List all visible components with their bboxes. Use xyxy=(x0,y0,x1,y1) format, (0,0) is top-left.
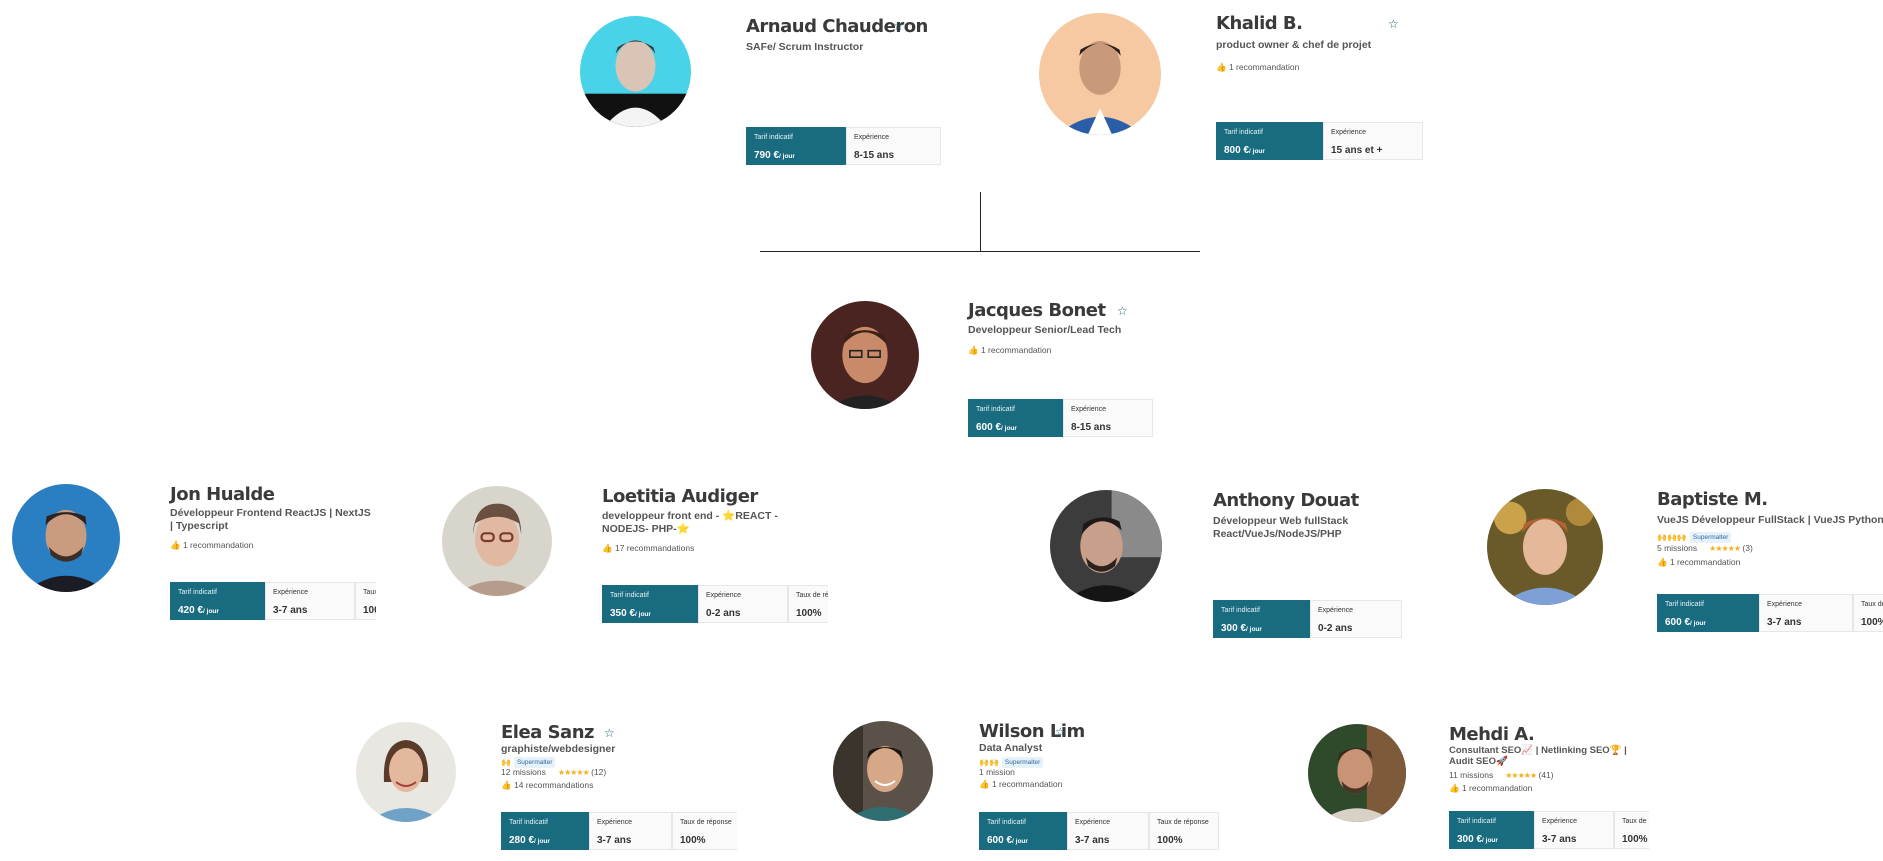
connector-vertical-line xyxy=(980,192,981,252)
thumbs-up-icon: 👍 xyxy=(501,780,512,790)
experience-box: Expérience 8-15 ans xyxy=(1063,399,1153,437)
freelancer-name[interactable]: Baptiste M. xyxy=(1657,489,1768,510)
experience-box: Expérience 0-2 ans xyxy=(698,585,788,623)
info-boxes-clip: Tarif indicatif 420 €/ jour Expérience 3… xyxy=(170,582,376,622)
info-boxes-clip: Tarif indicatif 600 €/ jour Expérience 3… xyxy=(979,812,1219,852)
daily-rate: Tarif indicatif 420 €/ jour xyxy=(170,582,265,620)
recommendation-count: 👍 1 recommandation xyxy=(1449,783,1533,793)
avatar xyxy=(442,486,552,596)
freelancer-title: graphiste/webdesigner xyxy=(501,743,616,755)
response-rate-box: Taux de réponse 100% xyxy=(1853,594,1883,632)
connector-horizontal-line xyxy=(760,251,1200,252)
daily-rate: Tarif indicatif 800 €/ jour xyxy=(1216,122,1323,160)
freelancer-name[interactable]: Jacques Bonet xyxy=(968,300,1106,321)
supermalter-badge: 🙌🙌🙌 Supermalter xyxy=(1657,532,1732,544)
mission-count: 11 missions ★★★★★ (41) xyxy=(1449,770,1554,780)
avatar xyxy=(1039,13,1161,135)
daily-rate: Tarif indicatif 300 €/ jour xyxy=(1213,600,1310,638)
info-boxes-clip: Tarif indicatif 300 €/ jour Expérience 3… xyxy=(1449,811,1649,851)
experience-box: Expérience 3-7 ans xyxy=(1759,594,1853,632)
star-outline-icon[interactable]: ☆ xyxy=(1055,725,1066,739)
freelancer-name[interactable]: Wilson Lim xyxy=(979,721,1085,742)
rating-stars-icon: ★★★★★ xyxy=(557,768,590,777)
experience-box: Expérience 3-7 ans xyxy=(589,812,672,850)
star-outline-icon[interactable]: ☆ xyxy=(1117,304,1128,318)
freelancer-name[interactable]: Jon Hualde xyxy=(170,484,275,505)
thumbs-up-icon: 👍 xyxy=(1449,783,1460,793)
star-outline-icon[interactable]: ☆ xyxy=(893,19,904,33)
recommendation-count: 👍 1 recommandation xyxy=(968,345,1052,355)
info-boxes-clip: Tarif indicatif 600 €/ jour Expérience 3… xyxy=(1657,594,1883,634)
avatar xyxy=(811,301,919,409)
star-outline-icon[interactable]: ☆ xyxy=(1388,17,1399,31)
avatar xyxy=(12,484,120,592)
freelancer-name[interactable]: Mehdi A. xyxy=(1449,724,1535,745)
recommendation-count: 👍 17 recommandations xyxy=(602,543,695,553)
avatar xyxy=(356,722,456,822)
info-boxes-clip: Tarif indicatif 350 €/ jour Expérience 0… xyxy=(602,585,828,625)
star-outline-icon[interactable]: ☆ xyxy=(604,726,615,740)
thumbs-up-icon: 👍 xyxy=(968,345,979,355)
recommendation-count: 👍 1 recommandation xyxy=(979,779,1063,789)
daily-rate: Tarif indicatif 790 €/ jour xyxy=(746,127,846,165)
recommendation-count: 👍 1 recommandation xyxy=(170,540,254,550)
daily-rate: Tarif indicatif 300 €/ jour xyxy=(1449,811,1534,849)
daily-rate: Tarif indicatif 600 €/ jour xyxy=(968,399,1063,437)
daily-rate: Tarif indicatif 600 €/ jour xyxy=(979,812,1067,850)
recommendation-count: 👍 1 recommandation xyxy=(1657,557,1741,567)
rating-stars-icon: ★★★★★ xyxy=(1505,771,1537,780)
freelancer-name[interactable]: Elea Sanz xyxy=(501,722,595,743)
experience-box: Expérience 3-7 ans xyxy=(1067,812,1149,850)
recommendation-count: 👍 1 recommandation xyxy=(1216,62,1300,72)
daily-rate: Tarif indicatif 600 €/ jour xyxy=(1657,594,1759,632)
thumbs-up-icon: 👍 xyxy=(979,779,990,789)
avatar xyxy=(1487,489,1603,605)
experience-box: Expérience 0-2 ans xyxy=(1310,600,1402,638)
mission-count: 5 missions ★★★★★ (3) xyxy=(1657,543,1753,553)
freelancer-title: Developpeur Senior/Lead Tech xyxy=(968,324,1122,336)
freelancer-title: VueJS Développeur FullStack | VueJS Pyth… xyxy=(1657,514,1883,526)
freelancer-name[interactable]: Khalid B. xyxy=(1216,13,1303,34)
response-rate-box: Taux de réponse 100% xyxy=(1614,811,1649,849)
response-rate-box: Taux de réponse 100% xyxy=(672,812,737,850)
daily-rate: Tarif indicatif 280 €/ jour xyxy=(501,812,589,850)
thumbs-up-icon: 👍 xyxy=(1657,557,1668,567)
experience-box: Expérience 15 ans et + xyxy=(1323,122,1423,160)
response-rate-box: Taux de réponse 100% xyxy=(788,585,828,623)
info-boxes-clip: Tarif indicatif 280 €/ jour Expérience 3… xyxy=(501,812,737,852)
freelancer-title: SAFe/ Scrum Instructor xyxy=(746,41,864,53)
freelancer-title: product owner & chef de projet xyxy=(1216,39,1372,51)
thumbs-up-icon: 👍 xyxy=(602,543,613,553)
freelancer-name[interactable]: Loetitia Audiger xyxy=(602,486,758,507)
response-rate-box: Taux de réponse 100% xyxy=(1149,812,1219,850)
recommendation-count: 👍 14 recommandations xyxy=(501,780,594,790)
experience-box: Expérience 3-7 ans xyxy=(1534,811,1614,849)
mission-count: 12 missions ★★★★★ (12) xyxy=(501,767,607,777)
experience-box: Expérience 3-7 ans xyxy=(265,582,355,620)
freelancer-title: developpeur front end - ⭐REACT - NODEJS-… xyxy=(602,510,778,535)
thumbs-up-icon: 👍 xyxy=(1216,62,1227,72)
freelancer-name[interactable]: Anthony Douat xyxy=(1213,490,1359,511)
thumbs-up-icon: 👍 xyxy=(170,540,181,550)
response-rate-box: Taux de réponse 100 xyxy=(355,582,376,620)
avatar xyxy=(1050,490,1162,602)
rating-stars-icon: ★★★★★ xyxy=(1709,544,1741,553)
avatar xyxy=(833,721,933,821)
freelancer-title: Développeur Web fullStack React/VueJs/No… xyxy=(1213,515,1349,540)
avatar xyxy=(580,16,691,127)
freelancer-title: Data Analyst xyxy=(979,742,1043,754)
freelancer-title: Développeur Frontend ReactJS | NextJS | … xyxy=(170,507,371,532)
daily-rate: Tarif indicatif 350 €/ jour xyxy=(602,585,698,623)
experience-box: Expérience 8-15 ans xyxy=(846,127,941,165)
mission-count: 1 mission xyxy=(979,767,1015,777)
freelancer-title: Consultant SEO📈 | Netlinking SEO🏆 | Audi… xyxy=(1449,745,1627,767)
avatar xyxy=(1308,724,1406,822)
